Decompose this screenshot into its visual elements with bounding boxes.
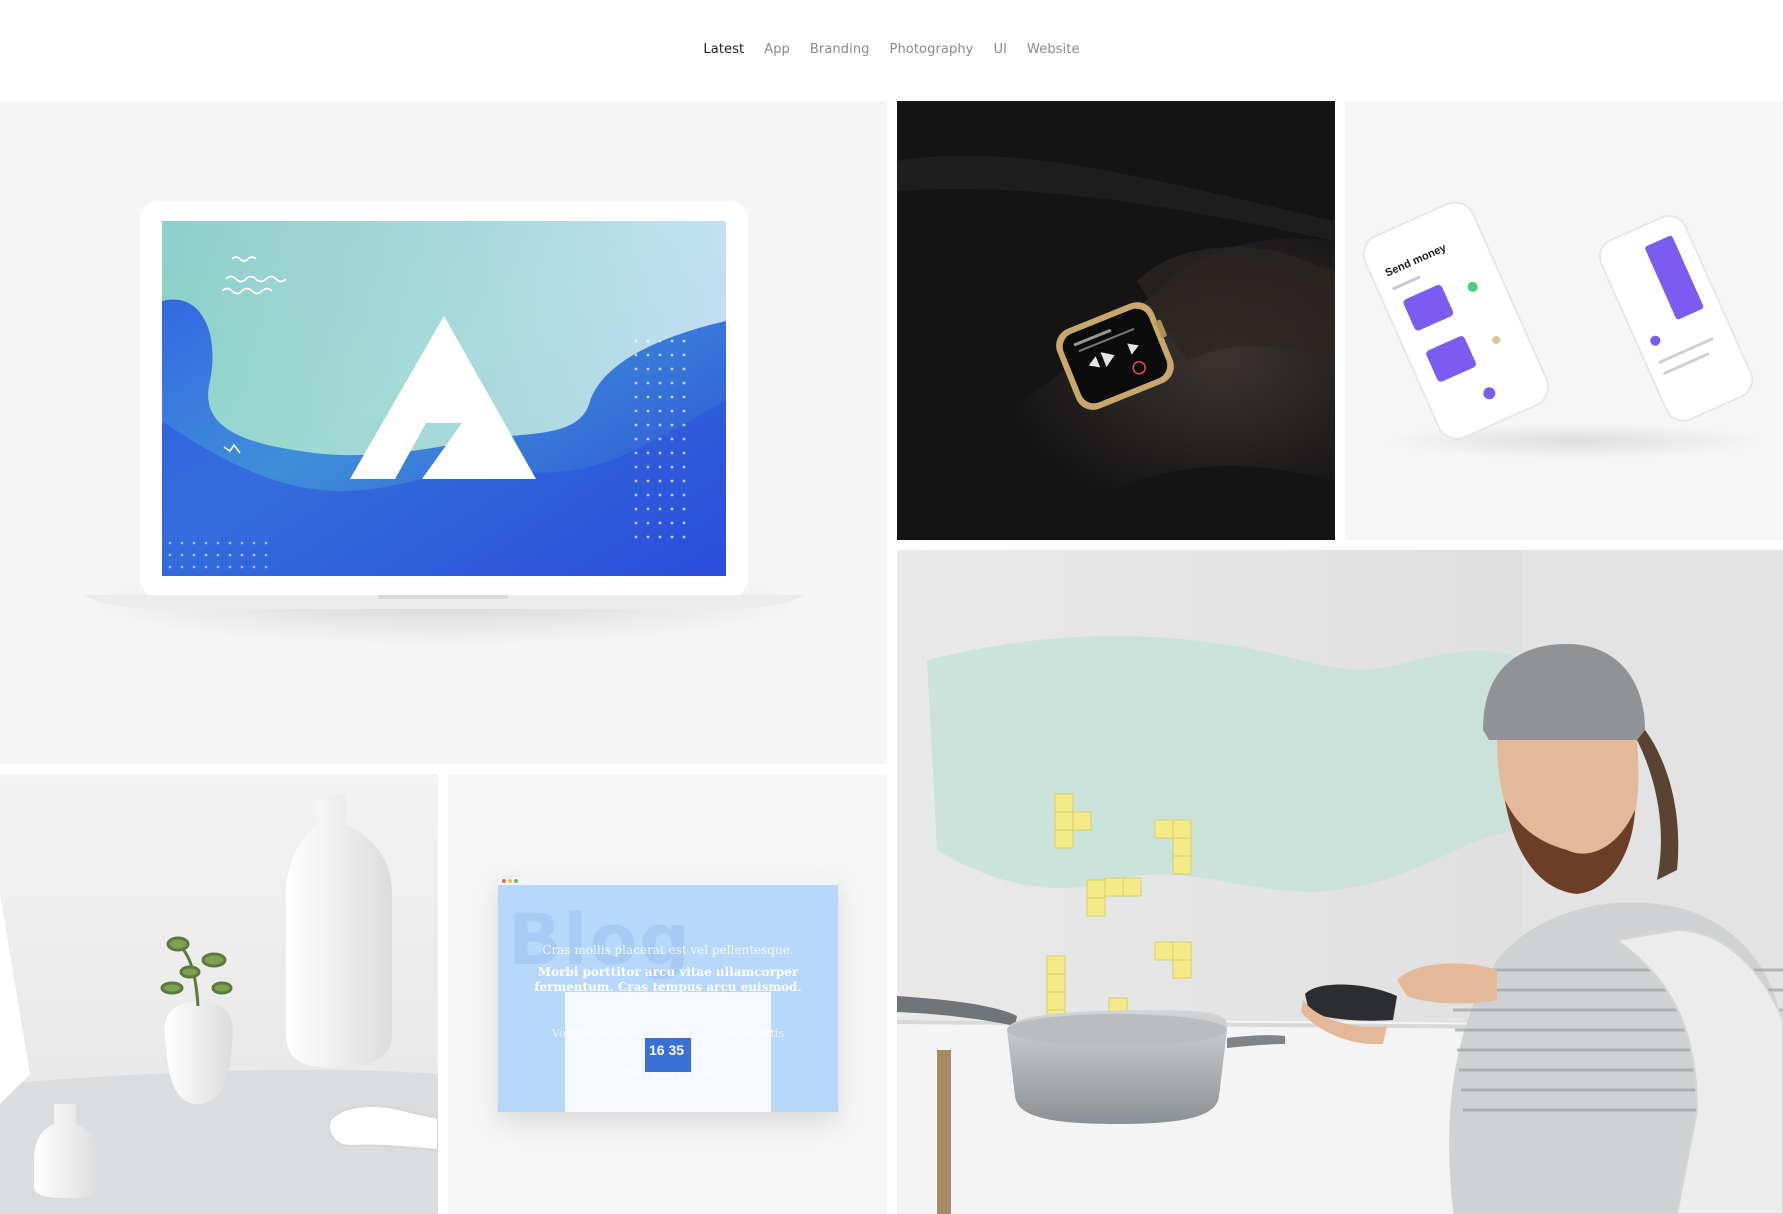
portfolio-header: Latest App Branding Photography UI Websi… [0, 0, 1783, 101]
maximize-dot-icon [514, 879, 518, 883]
close-dot-icon [502, 879, 506, 883]
filter-website[interactable]: Website [1027, 42, 1080, 57]
filter-ui[interactable]: UI [993, 42, 1007, 57]
browser-toolbar [498, 877, 838, 885]
portfolio-item-app-mockup[interactable]: Send money [1345, 101, 1783, 540]
browser-window: Blog Cras mollis placerat est vel pellen… [498, 877, 838, 1112]
filter-photography[interactable]: Photography [890, 42, 974, 57]
website-line-1: Cras mollis placerat est vel pellentesqu… [542, 943, 794, 957]
website-line-2: Morbi porttitor arcu vitae ullamcorper [537, 965, 799, 979]
minimize-dot-icon [508, 879, 512, 883]
gamer-tetris-image [897, 550, 1783, 1214]
portfolio-item-laptop-branding[interactable] [0, 101, 887, 764]
website-hero-image: 16 35 [565, 992, 771, 1112]
smartwatch-photo-image [897, 101, 1335, 540]
app-mockup-image: Send money [1362, 201, 1765, 459]
portfolio-item-product-photo[interactable] [0, 774, 438, 1214]
filter-app[interactable]: App [764, 42, 790, 57]
laptop-mockup-image [84, 201, 804, 645]
flip-clock: 16 35 [649, 1042, 685, 1058]
portfolio-filter-nav: Latest App Branding Photography UI Websi… [0, 42, 1783, 57]
filter-latest[interactable]: Latest [703, 42, 744, 57]
portfolio-item-website-mockup[interactable]: Blog Cras mollis placerat est vel pellen… [448, 774, 887, 1214]
portfolio-item-smartwatch-photo[interactable] [897, 101, 1335, 540]
portfolio-item-gamer-photo[interactable] [897, 550, 1783, 1214]
product-still-life-image [0, 774, 438, 1214]
filter-branding[interactable]: Branding [810, 42, 870, 57]
